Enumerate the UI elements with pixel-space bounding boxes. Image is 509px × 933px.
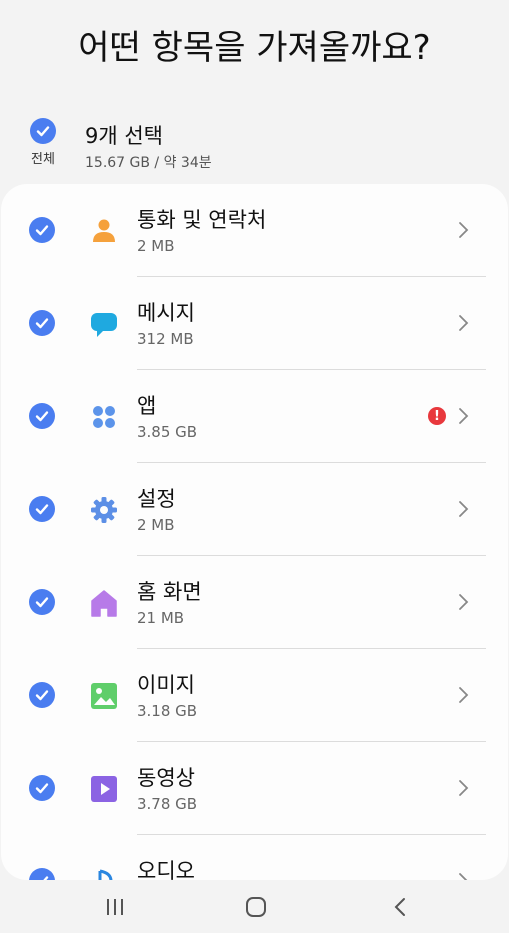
- item-size: 3.78 GB: [137, 795, 198, 813]
- item-name: 설정: [137, 487, 176, 511]
- apps-icon: [89, 402, 119, 432]
- check-icon: [35, 690, 49, 701]
- select-all-row[interactable]: 전체 9개 선택 15.67 GB / 약 34분: [22, 118, 492, 178]
- item-checkbox[interactable]: [29, 403, 55, 429]
- message-icon: [89, 309, 119, 339]
- select-all-checkbox-wrap[interactable]: 전체: [22, 118, 64, 167]
- home-icon: [89, 588, 119, 618]
- select-all-checkbox[interactable]: [30, 118, 56, 144]
- item-name: 오디오: [137, 859, 195, 880]
- item-checkbox[interactable]: [29, 496, 55, 522]
- item-name: 메시지: [137, 301, 195, 325]
- recent-apps-icon[interactable]: [95, 894, 135, 920]
- item-checkbox[interactable]: [29, 217, 55, 243]
- item-checkbox[interactable]: [29, 682, 55, 708]
- item-checkbox[interactable]: [29, 589, 55, 615]
- chevron-right-icon[interactable]: [458, 871, 470, 880]
- check-icon: [35, 411, 49, 422]
- check-icon: [35, 318, 49, 329]
- video-icon: [89, 774, 119, 804]
- item-name: 홈 화면: [137, 580, 202, 604]
- item-size: 3.85 GB: [137, 423, 198, 441]
- chevron-right-icon[interactable]: [458, 778, 470, 798]
- items-card: 통화 및 연락처 2 MB 메시지 312 MB 앱 3.85 GB ! 설정 …: [1, 184, 508, 880]
- contact-icon: [89, 216, 119, 246]
- gear-icon: [89, 495, 119, 525]
- check-icon: [35, 504, 49, 515]
- list-item-audio[interactable]: 오디오: [1, 835, 508, 880]
- list-item-home-screen[interactable]: 홈 화면 21 MB: [1, 556, 508, 649]
- audio-icon: [89, 867, 119, 880]
- list-item-messages[interactable]: 메시지 312 MB: [1, 277, 508, 370]
- back-icon[interactable]: [380, 894, 420, 920]
- selection-detail: 15.67 GB / 약 34분: [85, 155, 212, 171]
- system-nav-bar: [0, 880, 509, 933]
- item-name: 통화 및 연락처: [137, 208, 267, 232]
- chevron-right-icon[interactable]: [458, 313, 470, 333]
- check-icon: [43, 876, 49, 880]
- list-item-video[interactable]: 동영상 3.78 GB: [1, 742, 508, 835]
- chevron-right-icon[interactable]: [458, 499, 470, 519]
- warning-icon[interactable]: !: [428, 407, 446, 425]
- check-icon: [35, 597, 49, 608]
- list-item-images[interactable]: 이미지 3.18 GB: [1, 649, 508, 742]
- item-size: 312 MB: [137, 330, 194, 348]
- chevron-right-icon[interactable]: [458, 406, 470, 426]
- image-icon: [89, 681, 119, 711]
- list-item-apps[interactable]: 앱 3.85 GB !: [1, 370, 508, 463]
- item-checkbox[interactable]: [29, 868, 55, 880]
- item-name: 앱: [137, 394, 157, 418]
- item-checkbox[interactable]: [29, 775, 55, 801]
- item-size: 2 MB: [137, 237, 175, 255]
- check-icon: [36, 126, 50, 137]
- selection-summary: 9개 선택: [85, 124, 163, 148]
- item-size: 21 MB: [137, 609, 185, 627]
- screen: 어떤 항목을 가져올까요? 전체 9개 선택 15.67 GB / 약 34분 …: [0, 0, 509, 933]
- item-size: 3.18 GB: [137, 702, 198, 720]
- page-title: 어떤 항목을 가져올까요?: [78, 28, 431, 68]
- item-checkbox[interactable]: [29, 310, 55, 336]
- list-item-settings[interactable]: 설정 2 MB: [1, 463, 508, 556]
- item-size: 2 MB: [137, 516, 175, 534]
- chevron-right-icon[interactable]: [458, 592, 470, 612]
- chevron-right-icon[interactable]: [458, 220, 470, 240]
- home-button-icon[interactable]: [236, 894, 276, 920]
- check-icon: [35, 225, 49, 236]
- item-name: 이미지: [137, 673, 195, 697]
- item-name: 동영상: [137, 766, 195, 790]
- check-icon: [35, 783, 49, 794]
- list-item-contacts[interactable]: 통화 및 연락처 2 MB: [1, 184, 508, 277]
- chevron-right-icon[interactable]: [458, 685, 470, 705]
- select-all-label: 전체: [31, 152, 55, 167]
